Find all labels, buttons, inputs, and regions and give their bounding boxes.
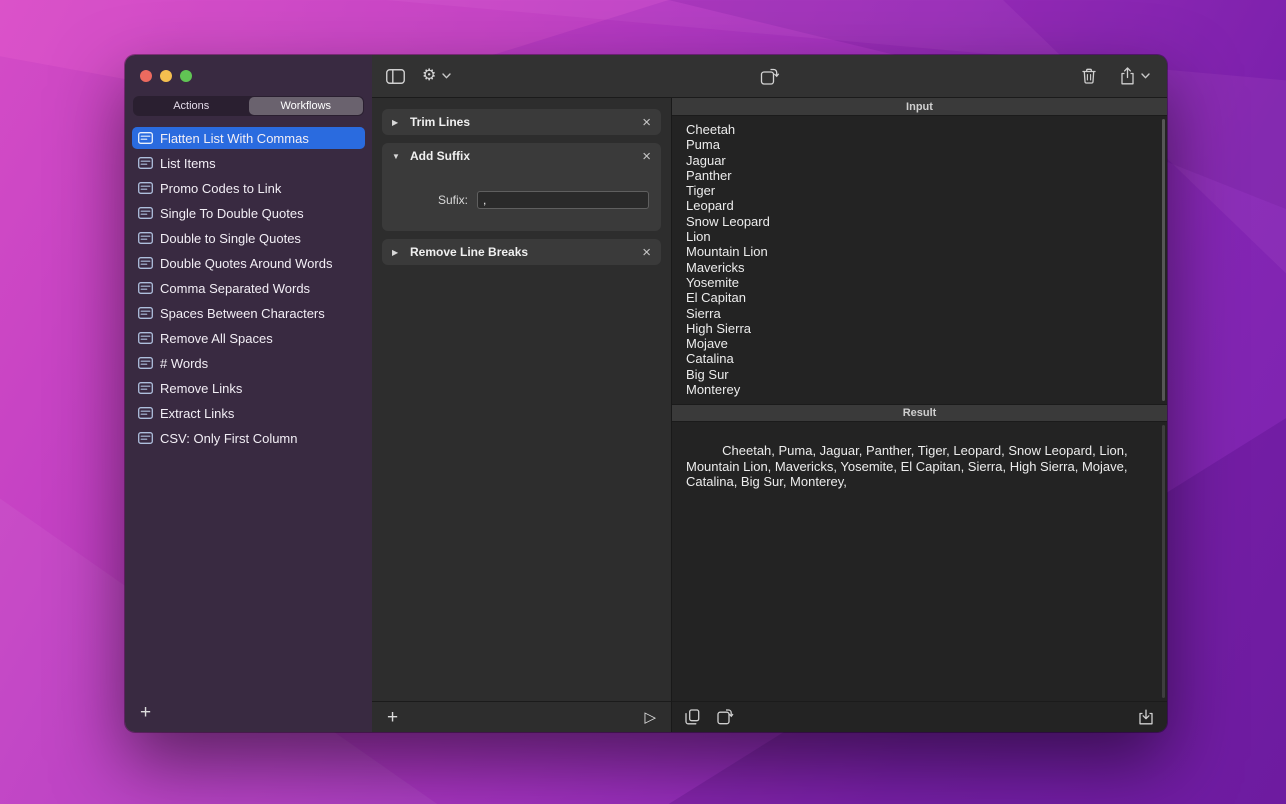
step-header[interactable]: ▶ Remove Line Breaks × (382, 239, 661, 265)
step-header[interactable]: ▶ Trim Lines × (382, 109, 661, 135)
settings-menu-button[interactable]: ⚙ (422, 68, 451, 84)
io-footer (672, 701, 1167, 732)
sidebar-item-label: List Items (160, 156, 216, 171)
workflow-icon (138, 182, 153, 194)
sidebar-item[interactable]: Remove All Spaces (132, 327, 365, 349)
paste-icon[interactable] (717, 709, 734, 725)
sidebar-item[interactable]: Extract Links (132, 402, 365, 424)
scrollbar[interactable] (1162, 425, 1165, 698)
workflow-icon (138, 357, 153, 369)
sidebar-item-label: Double to Single Quotes (160, 231, 301, 246)
tab-actions[interactable]: Actions (134, 97, 249, 115)
disclosure-collapsed-icon[interactable]: ▶ (392, 118, 401, 127)
sidebar-item[interactable]: List Items (132, 152, 365, 174)
disclosure-expanded-icon[interactable]: ▼ (392, 152, 401, 161)
result-header: Result (672, 404, 1167, 422)
result-text[interactable]: Cheetah, Puma, Jaguar, Panther, Tiger, L… (686, 443, 1131, 489)
workflow-icon (138, 157, 153, 169)
workflow-icon (138, 307, 153, 319)
step-title: Remove Line Breaks (410, 245, 528, 259)
workflow-icon (138, 132, 153, 144)
sidebar-item[interactable]: Double to Single Quotes (132, 227, 365, 249)
workflow-steps: ▶ Trim Lines × ▼ Add Suffix × Sufix: (372, 98, 671, 265)
sidebar-item-label: Comma Separated Words (160, 281, 310, 296)
sidebar-item[interactable]: Comma Separated Words (132, 277, 365, 299)
workflow-icon (138, 432, 153, 444)
gear-icon: ⚙ (422, 68, 436, 84)
result-text-area: Cheetah, Puma, Jaguar, Panther, Tiger, L… (672, 422, 1167, 701)
sidebar-item[interactable]: CSV: Only First Column (132, 427, 365, 449)
suffix-input[interactable] (477, 191, 649, 209)
disclosure-collapsed-icon[interactable]: ▶ (392, 248, 401, 257)
step-title: Add Suffix (410, 149, 470, 163)
workflow-icon (138, 407, 153, 419)
sidebar-footer: + (125, 703, 372, 732)
step-trim-lines: ▶ Trim Lines × (382, 109, 661, 135)
sidebar-item-label: Flatten List With Commas (160, 131, 309, 146)
sidebar-item-label: # Words (160, 356, 208, 371)
workflow-icon (138, 332, 153, 344)
workflow-icon (138, 207, 153, 219)
chevron-down-icon (442, 73, 451, 79)
input-text[interactable]: Cheetah Puma Jaguar Panther Tiger Leopar… (672, 116, 1167, 404)
content: ▶ Trim Lines × ▼ Add Suffix × Sufix: (372, 98, 1167, 732)
steps-footer: + ▷ (372, 701, 671, 732)
sidebar-tabs: Actions Workflows (133, 96, 364, 116)
share-menu-button[interactable] (1120, 67, 1150, 85)
run-workflow-button[interactable]: ▷ (644, 710, 656, 725)
sidebar-item[interactable]: # Words (132, 352, 365, 374)
remove-step-icon[interactable]: × (642, 245, 651, 260)
copy-icon[interactable] (685, 709, 700, 725)
step-remove-line-breaks: ▶ Remove Line Breaks × (382, 239, 661, 265)
tab-workflows[interactable]: Workflows (249, 97, 364, 115)
sidebar-item-label: Promo Codes to Link (160, 181, 281, 196)
sidebar-item-label: Remove Links (160, 381, 242, 396)
sidebar-item[interactable]: Promo Codes to Link (132, 177, 365, 199)
step-header[interactable]: ▼ Add Suffix × (382, 143, 661, 169)
sidebar-item[interactable]: Single To Double Quotes (132, 202, 365, 224)
app-window: Actions Workflows Flatten List With Comm… (125, 55, 1167, 732)
step-add-suffix: ▼ Add Suffix × Sufix: (382, 143, 661, 231)
sidebar-item-label: Extract Links (160, 406, 234, 421)
sidebar-item[interactable]: Remove Links (132, 377, 365, 399)
minimize-window-button[interactable] (160, 70, 172, 82)
sidebar-item-label: Spaces Between Characters (160, 306, 325, 321)
workflow-icon (138, 282, 153, 294)
remove-step-icon[interactable]: × (642, 115, 651, 130)
sidebar: Actions Workflows Flatten List With Comm… (125, 55, 372, 732)
toolbar: ⚙ (372, 55, 1167, 98)
workflow-list: Flatten List With Commas List Items Prom… (125, 127, 372, 703)
step-body: Sufix: (382, 169, 661, 231)
chevron-down-icon (1141, 73, 1150, 79)
sidebar-item-label: CSV: Only First Column (160, 431, 298, 446)
trash-icon[interactable] (1082, 68, 1096, 84)
close-window-button[interactable] (140, 70, 152, 82)
step-title: Trim Lines (410, 115, 470, 129)
scrollbar[interactable] (1162, 119, 1165, 401)
sidebar-item[interactable]: Flatten List With Commas (132, 127, 365, 149)
add-step-button[interactable]: + (387, 708, 398, 727)
input-header: Input (672, 98, 1167, 116)
io-panel: Input Cheetah Puma Jaguar Panther Tiger … (672, 98, 1167, 732)
import-icon[interactable] (1138, 709, 1154, 725)
steps-panel: ▶ Trim Lines × ▼ Add Suffix × Sufix: (372, 98, 672, 732)
workflow-icon (138, 382, 153, 394)
sidebar-item-label: Single To Double Quotes (160, 206, 304, 221)
workflow-icon (138, 232, 153, 244)
sidebar-item[interactable]: Double Quotes Around Words (132, 252, 365, 274)
main-area: ⚙ (372, 55, 1167, 732)
suffix-label: Sufix: (438, 193, 468, 207)
sidebar-item-label: Double Quotes Around Words (160, 256, 332, 271)
toggle-sidebar-icon[interactable] (386, 69, 405, 84)
traffic-lights (125, 55, 372, 82)
add-workflow-button[interactable]: + (140, 703, 151, 722)
clipboard-run-icon[interactable] (760, 68, 779, 85)
sidebar-item-label: Remove All Spaces (160, 331, 273, 346)
workflow-icon (138, 257, 153, 269)
remove-step-icon[interactable]: × (642, 149, 651, 164)
share-icon (1120, 67, 1135, 85)
sidebar-item[interactable]: Spaces Between Characters (132, 302, 365, 324)
zoom-window-button[interactable] (180, 70, 192, 82)
